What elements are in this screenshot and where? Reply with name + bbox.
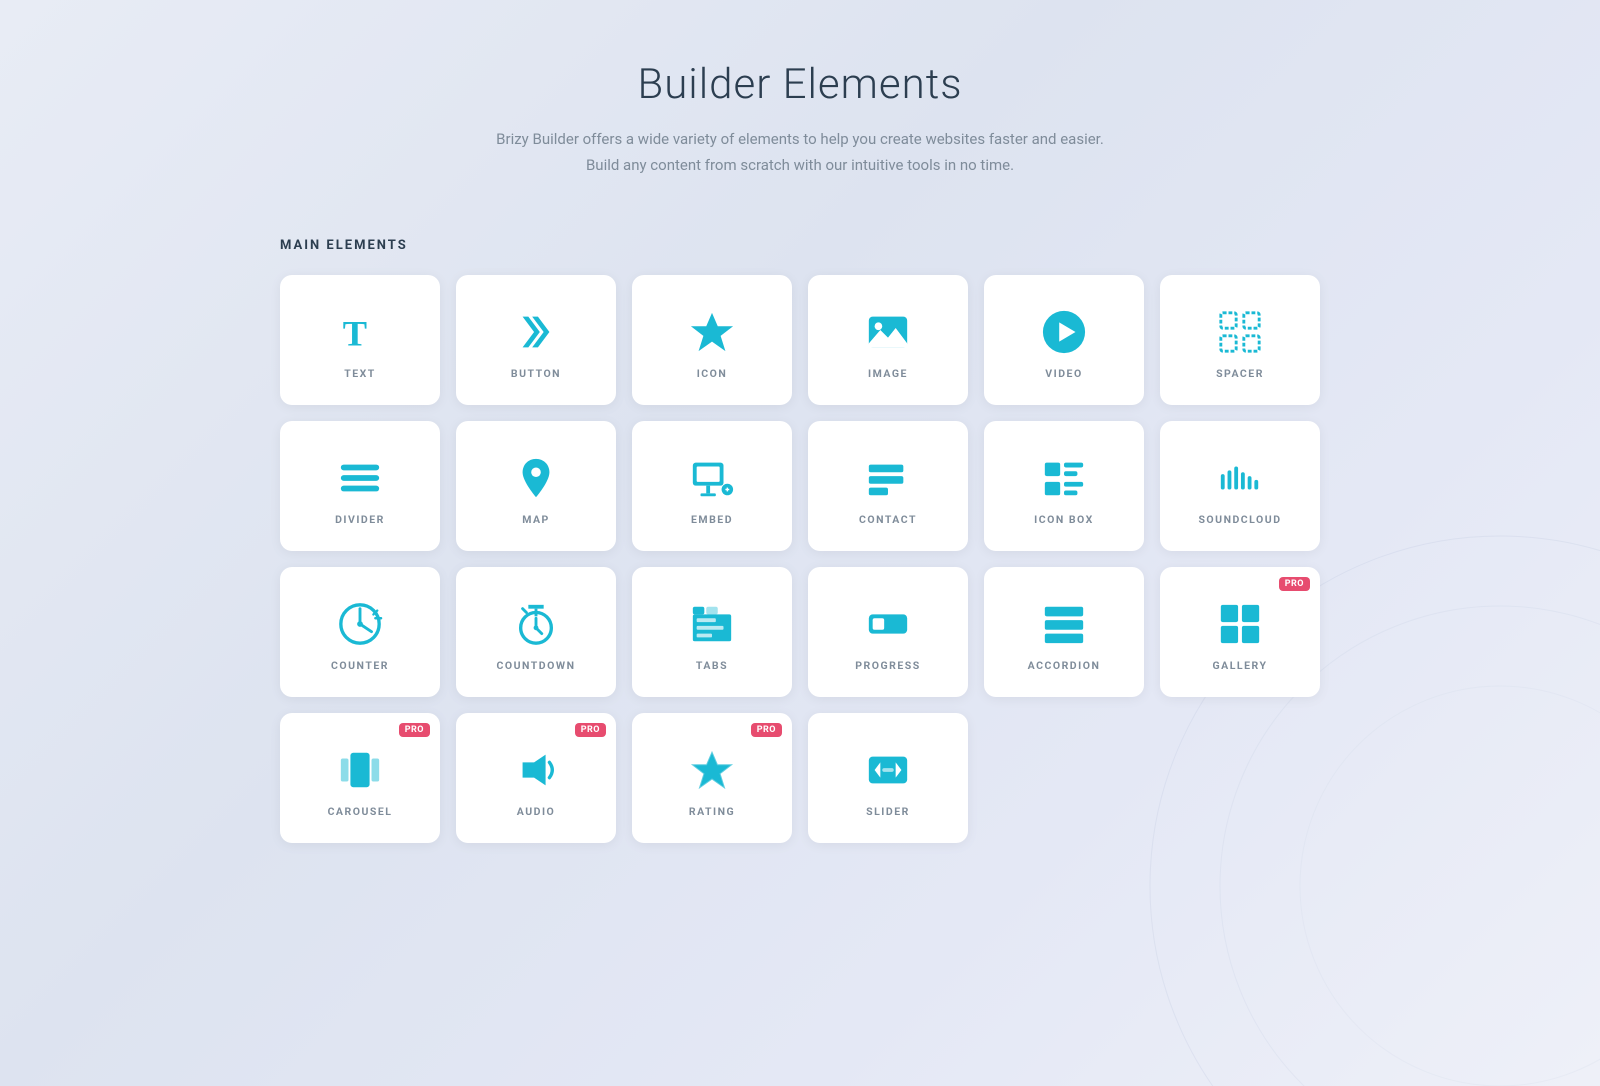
button-icon (513, 309, 559, 355)
image-icon (865, 309, 911, 355)
gallery-icon (1217, 601, 1263, 647)
progress-icon (865, 601, 911, 647)
element-image[interactable]: IMAGE (808, 275, 968, 405)
countdown-icon (513, 601, 559, 647)
gallery-pro-badge: PRO (1279, 577, 1310, 591)
svg-text:T: T (343, 313, 367, 353)
countdown-label: COUNTDOWN (497, 659, 576, 672)
embed-icon (689, 455, 735, 501)
tabs-label: TABS (696, 659, 728, 672)
subtitle-2: Build any content from scratch with our … (280, 153, 1320, 179)
contact-label: CONTACT (859, 513, 917, 526)
element-divider[interactable]: DIVIDER (280, 421, 440, 551)
contact-icon (865, 455, 911, 501)
accordion-label: ACCORDION (1028, 659, 1101, 672)
page-title: Builder Elements (280, 60, 1320, 109)
subtitle-1: Brizy Builder offers a wide variety of e… (280, 127, 1320, 153)
audio-icon (513, 747, 559, 793)
icon-icon (689, 309, 735, 355)
map-label: MAP (522, 513, 550, 526)
gallery-label: GALLERY (1213, 659, 1268, 672)
element-progress[interactable]: PROGRESS (808, 567, 968, 697)
element-slider[interactable]: SLIDER (808, 713, 968, 843)
main-elements-section: MAIN ELEMENTS T TEXT BUTTON (280, 238, 1320, 843)
element-map[interactable]: MAP (456, 421, 616, 551)
text-label: TEXT (344, 367, 376, 380)
accordion-icon (1041, 601, 1087, 647)
elements-row-2: DIVIDER MAP (280, 421, 1320, 551)
element-rating[interactable]: PRO RATING (632, 713, 792, 843)
button-label: BUTTON (511, 367, 561, 380)
elements-row-4: PRO CAROUSEL PRO (280, 713, 1320, 843)
element-icon-box[interactable]: ICON BOX (984, 421, 1144, 551)
map-icon (513, 455, 559, 501)
icon-box-label: ICON BOX (1034, 513, 1094, 526)
element-audio[interactable]: PRO AUDIO (456, 713, 616, 843)
element-text[interactable]: T TEXT (280, 275, 440, 405)
embed-label: EMBED (691, 513, 733, 526)
elements-row-1: T TEXT BUTTON (280, 275, 1320, 405)
soundcloud-icon (1217, 455, 1263, 501)
elements-row-3: COUNTER COUNTDOWN (280, 567, 1320, 697)
page-header: Builder Elements Brizy Builder offers a … (280, 60, 1320, 178)
carousel-pro-badge: PRO (399, 723, 430, 737)
counter-label: COUNTER (331, 659, 389, 672)
rating-pro-badge: PRO (751, 723, 782, 737)
spacer-label: SPACER (1216, 367, 1264, 380)
icon-box-icon (1041, 455, 1087, 501)
element-icon[interactable]: ICON (632, 275, 792, 405)
progress-label: PROGRESS (855, 659, 920, 672)
element-gallery[interactable]: PRO GALLERY (1160, 567, 1320, 697)
text-icon: T (337, 309, 383, 355)
video-icon (1041, 309, 1087, 355)
spacer-icon (1217, 309, 1263, 355)
rating-label: RATING (689, 805, 735, 818)
tabs-icon (689, 601, 735, 647)
video-label: VIDEO (1045, 367, 1082, 380)
element-soundcloud[interactable]: SOUNDCLOUD (1160, 421, 1320, 551)
divider-label: DIVIDER (335, 513, 385, 526)
slider-label: SLIDER (866, 805, 910, 818)
element-counter[interactable]: COUNTER (280, 567, 440, 697)
element-tabs[interactable]: TABS (632, 567, 792, 697)
rating-icon (689, 747, 735, 793)
element-spacer[interactable]: SPACER (1160, 275, 1320, 405)
element-accordion[interactable]: ACCORDION (984, 567, 1144, 697)
carousel-icon (337, 747, 383, 793)
image-label: IMAGE (868, 367, 908, 380)
audio-label: AUDIO (517, 805, 556, 818)
section-title: MAIN ELEMENTS (280, 238, 1320, 253)
element-embed[interactable]: EMBED (632, 421, 792, 551)
counter-icon (337, 601, 383, 647)
element-video[interactable]: VIDEO (984, 275, 1144, 405)
element-contact[interactable]: CONTACT (808, 421, 968, 551)
icon-label: ICON (697, 367, 728, 380)
audio-pro-badge: PRO (575, 723, 606, 737)
element-button[interactable]: BUTTON (456, 275, 616, 405)
element-countdown[interactable]: COUNTDOWN (456, 567, 616, 697)
divider-icon (337, 455, 383, 501)
soundcloud-label: SOUNDCLOUD (1198, 513, 1281, 526)
slider-icon (865, 747, 911, 793)
carousel-label: CAROUSEL (328, 805, 393, 818)
element-carousel[interactable]: PRO CAROUSEL (280, 713, 440, 843)
